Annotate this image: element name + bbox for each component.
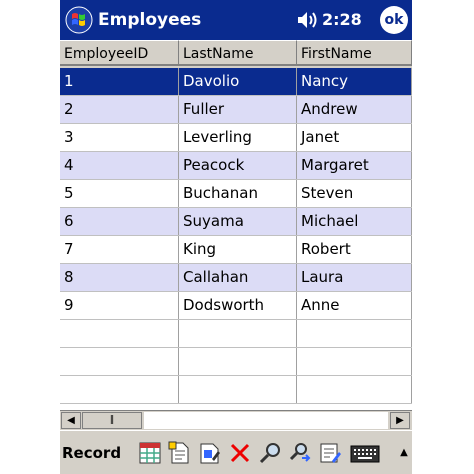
empty-table-row[interactable] [60, 320, 412, 348]
cell-lastname[interactable]: Buchanan [179, 180, 297, 207]
title-bar: Employees 2:28 ok [60, 0, 412, 40]
table-row[interactable]: 7 King Robert [60, 236, 412, 264]
empty-table-row[interactable] [60, 348, 412, 376]
ok-button[interactable]: ok [380, 6, 408, 34]
find-next-icon[interactable] [288, 441, 312, 465]
scroll-track[interactable] [144, 412, 388, 429]
cell-employeeid[interactable]: 3 [60, 124, 179, 151]
table-row[interactable]: 4 Peacock Margaret [60, 152, 412, 180]
cell-lastname[interactable]: King [179, 236, 297, 263]
cell-firstname[interactable]: Robert [297, 236, 412, 263]
cell-lastname[interactable]: Fuller [179, 96, 297, 123]
cell-firstname[interactable]: Margaret [297, 152, 412, 179]
cell-employeeid[interactable] [60, 348, 179, 375]
empty-table-row[interactable] [60, 376, 412, 404]
cell-lastname[interactable] [179, 376, 297, 403]
delete-icon[interactable] [228, 441, 252, 465]
cell-employeeid[interactable]: 2 [60, 96, 179, 123]
table-row[interactable]: 8 Callahan Laura [60, 264, 412, 292]
column-header-firstname[interactable]: FirstName [297, 40, 412, 66]
cell-lastname[interactable]: Callahan [179, 264, 297, 291]
cell-lastname[interactable]: Davolio [179, 68, 297, 95]
cell-employeeid[interactable]: 6 [60, 208, 179, 235]
cell-firstname[interactable]: Andrew [297, 96, 412, 123]
cell-lastname[interactable] [179, 348, 297, 375]
cell-employeeid[interactable] [60, 320, 179, 347]
clock[interactable]: 2:28 [322, 0, 362, 40]
cell-employeeid[interactable] [60, 376, 179, 403]
cell-lastname[interactable]: Leverling [179, 124, 297, 151]
employees-grid[interactable]: EmployeeID LastName FirstName 1 Davolio Na… [60, 40, 412, 410]
table-row[interactable]: 5 Buchanan Steven [60, 180, 412, 208]
cell-employeeid[interactable]: 9 [60, 292, 179, 319]
scroll-right-button[interactable]: ▶ [390, 412, 410, 429]
cell-lastname[interactable] [179, 320, 297, 347]
cell-firstname[interactable] [297, 320, 412, 347]
input-menu-arrow-icon[interactable]: ▲ [398, 443, 410, 463]
table-row[interactable]: 2 Fuller Andrew [60, 96, 412, 124]
app-title: Employees [98, 10, 202, 30]
edit-record-icon[interactable] [198, 441, 222, 465]
cell-firstname[interactable]: Anne [297, 292, 412, 319]
keyboard-icon[interactable] [350, 441, 380, 465]
new-record-icon[interactable] [168, 441, 192, 465]
cell-firstname[interactable]: Laura [297, 264, 412, 291]
pocket-pc-window: Employees 2:28 ok EmployeeID LastName Fi… [60, 0, 412, 474]
column-header-lastname[interactable]: LastName [179, 40, 297, 66]
cell-employeeid[interactable]: 8 [60, 264, 179, 291]
cell-lastname[interactable]: Suyama [179, 208, 297, 235]
cell-firstname[interactable]: Janet [297, 124, 412, 151]
record-menu[interactable]: Record [62, 431, 121, 474]
command-bar: Record ▲ [60, 430, 412, 474]
find-icon[interactable] [258, 441, 282, 465]
notes-icon[interactable] [318, 441, 342, 465]
cell-lastname[interactable]: Dodsworth [179, 292, 297, 319]
windows-start-icon[interactable] [64, 6, 94, 34]
table-row[interactable]: 1 Davolio Nancy [60, 68, 412, 96]
cell-lastname[interactable]: Peacock [179, 152, 297, 179]
scroll-thumb[interactable]: ‖ [82, 412, 142, 429]
horizontal-scrollbar[interactable]: ◀ ‖ ▶ [60, 410, 412, 430]
grid-view-icon[interactable] [138, 441, 162, 465]
cell-firstname[interactable]: Steven [297, 180, 412, 207]
speaker-icon[interactable] [296, 11, 320, 29]
table-row[interactable]: 9 Dodsworth Anne [60, 292, 412, 320]
cell-firstname[interactable] [297, 348, 412, 375]
cell-firstname[interactable] [297, 376, 412, 403]
cell-employeeid[interactable]: 1 [60, 68, 179, 95]
cell-employeeid[interactable]: 4 [60, 152, 179, 179]
cell-employeeid[interactable]: 7 [60, 236, 179, 263]
cell-firstname[interactable]: Nancy [297, 68, 412, 95]
table-row[interactable]: 3 Leverling Janet [60, 124, 412, 152]
cell-employeeid[interactable]: 5 [60, 180, 179, 207]
table-row[interactable]: 6 Suyama Michael [60, 208, 412, 236]
cell-firstname[interactable]: Michael [297, 208, 412, 235]
column-header-employeeid[interactable]: EmployeeID [60, 40, 179, 66]
grid-header: EmployeeID LastName FirstName [60, 40, 412, 68]
scroll-left-button[interactable]: ◀ [61, 412, 81, 429]
